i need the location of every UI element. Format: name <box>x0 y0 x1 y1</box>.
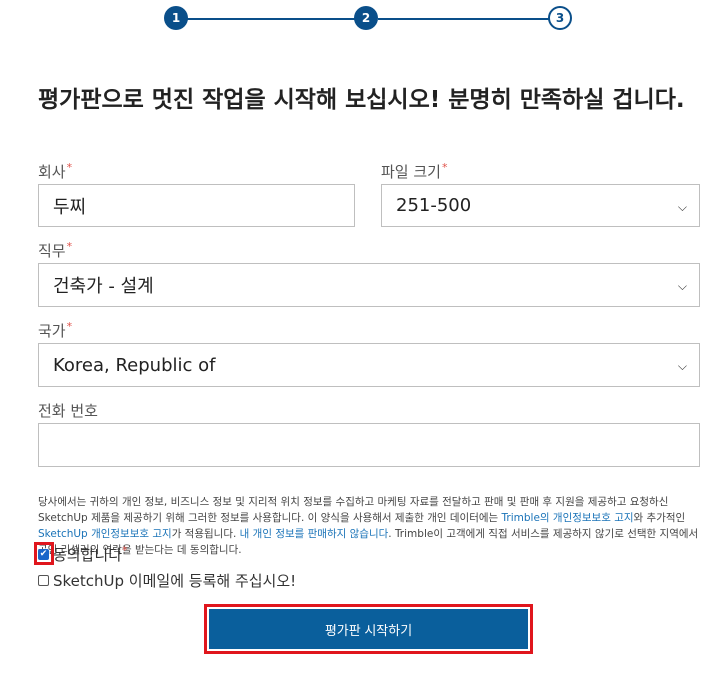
step-2: 2 <box>354 6 378 30</box>
agree-highlight <box>34 542 54 565</box>
chevron-down-icon: ⌵ <box>677 279 687 293</box>
progress-stepper: 1 2 3 <box>164 6 574 32</box>
file-size-value: 251-500 <box>396 195 472 216</box>
required-marker: * <box>66 161 73 174</box>
privacy-notice: 당사에서는 귀하의 개인 정보, 비즈니스 정보 및 지리적 위치 정보를 수집… <box>38 496 699 556</box>
company-input[interactable]: 두찌 <box>38 184 355 227</box>
file-size-select[interactable]: 251-500 ⌵ <box>381 184 700 227</box>
newsletter-label: SketchUp 이메일에 등록해 주십시오! <box>53 572 297 590</box>
required-marker: * <box>66 240 73 253</box>
page-title: 평가판으로 멋진 작업을 시작해 보십시오! 분명히 만족하실 겁니다. <box>38 87 685 113</box>
agree-label: 동의합니다 <box>53 546 123 564</box>
country-value: Korea, Republic of <box>53 354 216 376</box>
sketchup-privacy-link[interactable]: SketchUp 개인정보보호 고지 <box>38 528 172 540</box>
job-label: 직무* <box>38 240 73 260</box>
chevron-down-icon: ⌵ <box>677 199 687 214</box>
step-3: 3 <box>548 6 572 30</box>
chevron-down-icon: ⌵ <box>677 359 687 373</box>
country-label: 국가* <box>38 320 73 340</box>
phone-input[interactable] <box>38 423 700 467</box>
newsletter-row: SketchUp 이메일에 등록해 주십시오! <box>38 570 296 591</box>
stepper-line-2 <box>378 18 550 20</box>
company-value: 두찌 <box>53 196 87 218</box>
start-trial-button[interactable]: 평가판 시작하기 <box>209 609 528 649</box>
stepper-line-1 <box>176 18 366 20</box>
required-marker: * <box>122 544 128 557</box>
do-not-sell-link[interactable]: 내 개인 정보를 판매하지 않습니다 <box>240 528 389 540</box>
file-size-label: 파일 크기* <box>381 161 448 181</box>
job-value: 건축가 - 설계 <box>53 276 154 297</box>
phone-label: 전화 번호 <box>38 402 98 420</box>
required-marker: * <box>66 320 73 333</box>
step-1: 1 <box>164 6 188 30</box>
company-label: 회사* <box>38 161 73 181</box>
trimble-privacy-link[interactable]: Trimble의 개인정보보호 고지 <box>502 512 634 524</box>
newsletter-checkbox[interactable] <box>38 575 49 586</box>
job-select[interactable]: 건축가 - 설계 ⌵ <box>38 263 700 307</box>
country-select[interactable]: Korea, Republic of ⌵ <box>38 343 700 387</box>
required-marker: * <box>441 161 448 174</box>
